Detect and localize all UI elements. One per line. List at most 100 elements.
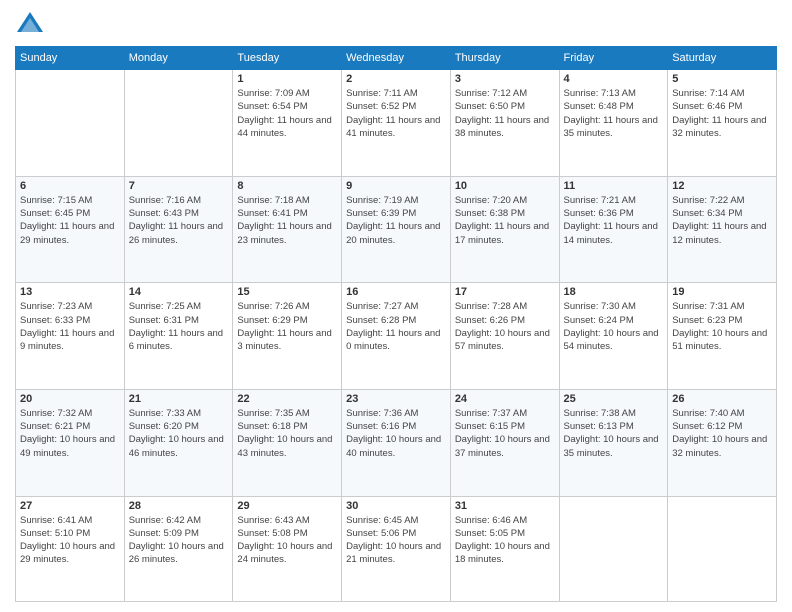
day-info: Sunrise: 6:41 AMSunset: 5:10 PMDaylight:… [20,514,120,567]
calendar-day-cell: 26 Sunrise: 7:40 AMSunset: 6:12 PMDayligh… [668,389,777,496]
calendar-day-cell: 18 Sunrise: 7:30 AMSunset: 6:24 PMDayligh… [559,283,668,390]
calendar-day-cell: 8 Sunrise: 7:18 AMSunset: 6:41 PMDaylight… [233,176,342,283]
calendar-day-cell [559,496,668,602]
day-info: Sunrise: 7:11 AMSunset: 6:52 PMDaylight:… [346,87,446,140]
calendar-day-cell: 2 Sunrise: 7:11 AMSunset: 6:52 PMDaylight… [342,70,451,177]
calendar-day-cell: 27 Sunrise: 6:41 AMSunset: 5:10 PMDayligh… [16,496,125,602]
header [15,10,777,40]
day-info: Sunrise: 7:09 AMSunset: 6:54 PMDaylight:… [237,87,337,140]
calendar-day-cell: 9 Sunrise: 7:19 AMSunset: 6:39 PMDaylight… [342,176,451,283]
day-info: Sunrise: 7:37 AMSunset: 6:15 PMDaylight:… [455,407,555,460]
day-number: 1 [237,73,337,85]
logo-icon [15,10,45,40]
calendar-day-cell: 14 Sunrise: 7:25 AMSunset: 6:31 PMDayligh… [124,283,233,390]
day-info: Sunrise: 6:46 AMSunset: 5:05 PMDaylight:… [455,514,555,567]
weekday-header-cell: Saturday [668,47,777,70]
calendar-day-cell: 3Sunrise: 7:12 AMSunset: 6:50 PMDaylight… [450,70,559,177]
day-info: Sunrise: 7:25 AMSunset: 6:31 PMDaylight:… [129,300,229,353]
calendar-day-cell: 29Sunrise: 6:43 AMSunset: 5:08 PMDayligh… [233,496,342,602]
calendar-day-cell: 6 Sunrise: 7:15 AMSunset: 6:45 PMDaylight… [16,176,125,283]
day-info: Sunrise: 7:19 AMSunset: 6:39 PMDaylight:… [346,194,446,247]
calendar-day-cell: 12Sunrise: 7:22 AMSunset: 6:34 PMDayligh… [668,176,777,283]
calendar-day-cell: 21 Sunrise: 7:33 AMSunset: 6:20 PMDayligh… [124,389,233,496]
day-number: 8 [237,180,337,192]
weekday-header-cell: Monday [124,47,233,70]
day-number: 15 [237,286,337,298]
day-number: 26 [672,393,772,405]
day-info: Sunrise: 7:18 AMSunset: 6:41 PMDaylight:… [237,194,337,247]
calendar-day-cell: 20Sunrise: 7:32 AMSunset: 6:21 PMDayligh… [16,389,125,496]
day-number: 19 [672,286,772,298]
day-number: 9 [346,180,446,192]
day-number: 6 [20,180,120,192]
day-info: Sunrise: 6:43 AMSunset: 5:08 PMDaylight:… [237,514,337,567]
day-number: 24 [455,393,555,405]
day-number: 27 [20,500,120,512]
weekday-header-cell: Thursday [450,47,559,70]
weekday-header-cell: Wednesday [342,47,451,70]
day-number: 28 [129,500,229,512]
calendar-day-cell [124,70,233,177]
calendar-week-row: 13Sunrise: 7:23 AMSunset: 6:33 PMDayligh… [16,283,777,390]
day-info: Sunrise: 7:33 AMSunset: 6:20 PMDaylight:… [129,407,229,460]
day-info: Sunrise: 7:35 AMSunset: 6:18 PMDaylight:… [237,407,337,460]
day-number: 31 [455,500,555,512]
calendar-day-cell: 30 Sunrise: 6:45 AMSunset: 5:06 PMDayligh… [342,496,451,602]
day-number: 23 [346,393,446,405]
calendar-body: 1 Sunrise: 7:09 AMSunset: 6:54 PMDaylight… [16,70,777,602]
calendar-header: SundayMondayTuesdayWednesdayThursdayFrid… [16,47,777,70]
day-info: Sunrise: 7:40 AMSunset: 6:12 PMDaylight:… [672,407,772,460]
day-info: Sunrise: 7:38 AMSunset: 6:13 PMDaylight:… [564,407,664,460]
day-number: 21 [129,393,229,405]
day-info: Sunrise: 7:28 AMSunset: 6:26 PMDaylight:… [455,300,555,353]
calendar-week-row: 6 Sunrise: 7:15 AMSunset: 6:45 PMDaylight… [16,176,777,283]
day-number: 10 [455,180,555,192]
day-info: Sunrise: 7:32 AMSunset: 6:21 PMDaylight:… [20,407,120,460]
calendar-day-cell: 19Sunrise: 7:31 AMSunset: 6:23 PMDayligh… [668,283,777,390]
day-info: Sunrise: 6:42 AMSunset: 5:09 PMDaylight:… [129,514,229,567]
weekday-header-row: SundayMondayTuesdayWednesdayThursdayFrid… [16,47,777,70]
day-info: Sunrise: 7:27 AMSunset: 6:28 PMDaylight:… [346,300,446,353]
day-info: Sunrise: 7:30 AMSunset: 6:24 PMDaylight:… [564,300,664,353]
calendar-day-cell: 5Sunrise: 7:14 AMSunset: 6:46 PMDaylight… [668,70,777,177]
day-info: Sunrise: 7:36 AMSunset: 6:16 PMDaylight:… [346,407,446,460]
day-number: 16 [346,286,446,298]
page: SundayMondayTuesdayWednesdayThursdayFrid… [0,0,792,612]
day-number: 22 [237,393,337,405]
calendar-week-row: 1 Sunrise: 7:09 AMSunset: 6:54 PMDaylight… [16,70,777,177]
day-number: 17 [455,286,555,298]
calendar-day-cell: 7 Sunrise: 7:16 AMSunset: 6:43 PMDaylight… [124,176,233,283]
weekday-header-cell: Sunday [16,47,125,70]
day-number: 25 [564,393,664,405]
day-info: Sunrise: 7:20 AMSunset: 6:38 PMDaylight:… [455,194,555,247]
day-number: 11 [564,180,664,192]
calendar-day-cell: 4 Sunrise: 7:13 AMSunset: 6:48 PMDaylight… [559,70,668,177]
calendar-table: SundayMondayTuesdayWednesdayThursdayFrid… [15,46,777,602]
calendar-day-cell: 28 Sunrise: 6:42 AMSunset: 5:09 PMDayligh… [124,496,233,602]
day-number: 18 [564,286,664,298]
day-info: Sunrise: 7:13 AMSunset: 6:48 PMDaylight:… [564,87,664,140]
day-info: Sunrise: 7:12 AMSunset: 6:50 PMDaylight:… [455,87,555,140]
calendar-day-cell [16,70,125,177]
day-info: Sunrise: 6:45 AMSunset: 5:06 PMDaylight:… [346,514,446,567]
day-info: Sunrise: 7:16 AMSunset: 6:43 PMDaylight:… [129,194,229,247]
calendar-day-cell: 17 Sunrise: 7:28 AMSunset: 6:26 PMDayligh… [450,283,559,390]
day-number: 14 [129,286,229,298]
day-info: Sunrise: 7:15 AMSunset: 6:45 PMDaylight:… [20,194,120,247]
day-info: Sunrise: 7:23 AMSunset: 6:33 PMDaylight:… [20,300,120,353]
day-number: 12 [672,180,772,192]
day-info: Sunrise: 7:26 AMSunset: 6:29 PMDaylight:… [237,300,337,353]
calendar-day-cell: 10 Sunrise: 7:20 AMSunset: 6:38 PMDayligh… [450,176,559,283]
weekday-header-cell: Tuesday [233,47,342,70]
calendar-day-cell: 23 Sunrise: 7:36 AMSunset: 6:16 PMDayligh… [342,389,451,496]
day-number: 2 [346,73,446,85]
day-number: 30 [346,500,446,512]
calendar-day-cell: 31 Sunrise: 6:46 AMSunset: 5:05 PMDayligh… [450,496,559,602]
calendar-week-row: 20Sunrise: 7:32 AMSunset: 6:21 PMDayligh… [16,389,777,496]
calendar-day-cell: 11Sunrise: 7:21 AMSunset: 6:36 PMDayligh… [559,176,668,283]
logo [15,10,49,40]
calendar-day-cell: 25 Sunrise: 7:38 AMSunset: 6:13 PMDayligh… [559,389,668,496]
day-number: 4 [564,73,664,85]
day-number: 7 [129,180,229,192]
calendar-day-cell: 16 Sunrise: 7:27 AMSunset: 6:28 PMDayligh… [342,283,451,390]
